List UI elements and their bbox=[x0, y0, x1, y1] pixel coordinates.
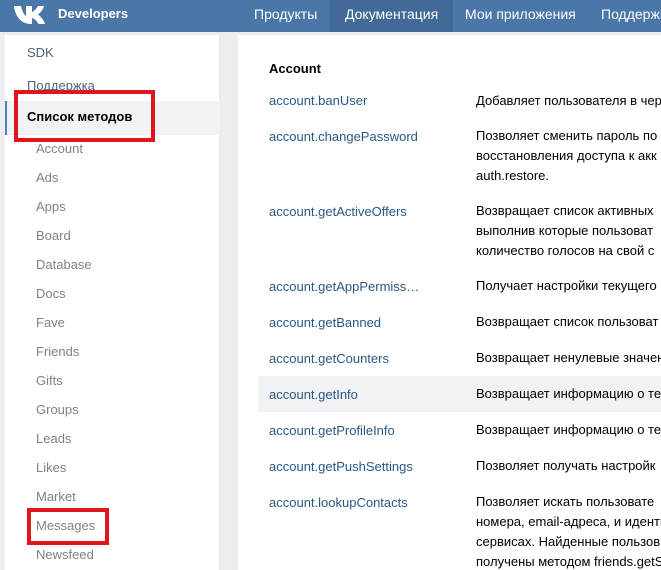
sidebar-sub-market[interactable]: Market bbox=[36, 489, 76, 504]
nav-my-apps[interactable]: Мои приложения bbox=[450, 0, 591, 32]
vk-logo-icon[interactable] bbox=[13, 4, 49, 26]
sidebar-sub-board[interactable]: Board bbox=[36, 228, 71, 243]
sidebar-sub-friends[interactable]: Friends bbox=[36, 344, 79, 359]
method-description: Позволяет сменить пароль по восстановлен… bbox=[476, 128, 658, 183]
method-link[interactable]: account.lookupContacts bbox=[269, 495, 408, 510]
nav-products[interactable]: Продукты bbox=[239, 0, 332, 32]
sidebar-sub-newsfeed[interactable]: Newsfeed bbox=[36, 547, 94, 562]
sidebar-sub-ads[interactable]: Ads bbox=[36, 170, 58, 185]
method-description: Возвращает список пользоват bbox=[476, 314, 659, 329]
nav-support[interactable]: Поддержк bbox=[586, 0, 661, 32]
sidebar-sub-fave[interactable]: Fave bbox=[36, 315, 65, 330]
sidebar-link-support[interactable]: Поддержка bbox=[27, 78, 95, 90]
methods-table: Account account.banUser Добавляет пользо… bbox=[238, 35, 661, 570]
method-link[interactable]: account.getBanned bbox=[269, 315, 381, 330]
section-title: Account bbox=[269, 61, 321, 76]
method-description: Возвращает информацию о те bbox=[476, 386, 661, 401]
brand-name[interactable]: Developers bbox=[58, 0, 128, 28]
method-description: Позволяет искать пользовате номера, emai… bbox=[476, 494, 661, 569]
sidebar-sub-likes[interactable]: Likes bbox=[36, 460, 66, 475]
sidebar-sub-docs[interactable]: Docs bbox=[36, 286, 66, 301]
method-description: Добавляет пользователя в чер bbox=[476, 93, 661, 108]
method-description: Возвращает информацию о те bbox=[476, 422, 661, 437]
content-gutter bbox=[221, 35, 238, 570]
highlight-box-messages bbox=[27, 508, 109, 545]
method-description: Получает настройки текущего bbox=[476, 278, 657, 293]
nav-documentation[interactable]: Документация bbox=[330, 0, 454, 32]
highlight-box-methods-list bbox=[14, 90, 155, 142]
method-description: Возвращает список активных выполнив кото… bbox=[476, 203, 655, 258]
sidebar-sub-apps[interactable]: Apps bbox=[36, 199, 66, 214]
method-link[interactable]: account.getPushSettings bbox=[269, 459, 413, 474]
method-description: Возвращает ненулевые значен bbox=[476, 350, 661, 365]
method-link[interactable]: account.banUser bbox=[269, 93, 367, 108]
sidebar-sub-leads[interactable]: Leads bbox=[36, 431, 71, 446]
method-link[interactable]: account.changePassword bbox=[269, 129, 418, 144]
sidebar-sub-database[interactable]: Database bbox=[36, 257, 92, 272]
sidebar-sub-account[interactable]: Account bbox=[36, 141, 83, 156]
sidebar-sub-groups[interactable]: Groups bbox=[36, 402, 79, 417]
method-link[interactable]: account.getProfileInfo bbox=[269, 423, 395, 438]
sidebar-link-sdk[interactable]: SDK bbox=[27, 45, 54, 60]
sidebar-sub-gifts[interactable]: Gifts bbox=[36, 373, 63, 388]
method-link[interactable]: account.getCounters bbox=[269, 351, 389, 366]
method-link[interactable]: account.getInfo bbox=[269, 387, 358, 402]
method-description: Позволяет получать настройк bbox=[476, 458, 656, 473]
method-link[interactable]: account.getActiveOffers bbox=[269, 204, 407, 219]
method-link[interactable]: account.getAppPermiss… bbox=[269, 279, 419, 294]
top-navigation-bar: Developers Продукты Документация Мои при… bbox=[0, 0, 661, 32]
